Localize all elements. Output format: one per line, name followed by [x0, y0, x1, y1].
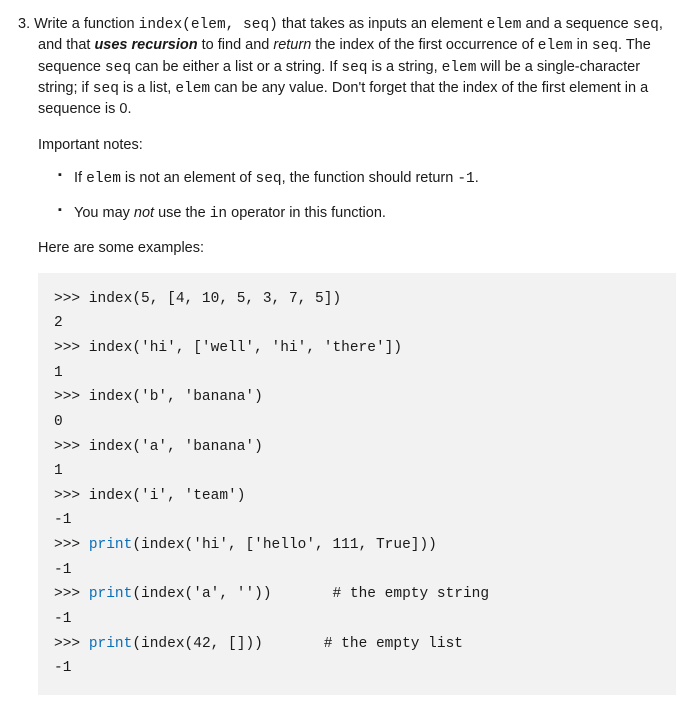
- code-examples: >>> index(5, [4, 10, 5, 3, 7, 5]) 2 >>> …: [38, 273, 676, 695]
- notes-list: If elem is not an element of seq, the fu…: [58, 168, 682, 225]
- note-item: You may not use the in operator in this …: [58, 203, 682, 224]
- problem-body: Write a function index(elem, seq) that t…: [34, 16, 663, 117]
- note-item: If elem is not an element of seq, the fu…: [58, 168, 682, 189]
- examples-heading: Here are some examples:: [38, 238, 682, 258]
- notes-heading: Important notes:: [38, 135, 682, 155]
- problem-statement: 3. Write a function index(elem, seq) tha…: [38, 14, 682, 119]
- problem-number: 3.: [18, 16, 30, 32]
